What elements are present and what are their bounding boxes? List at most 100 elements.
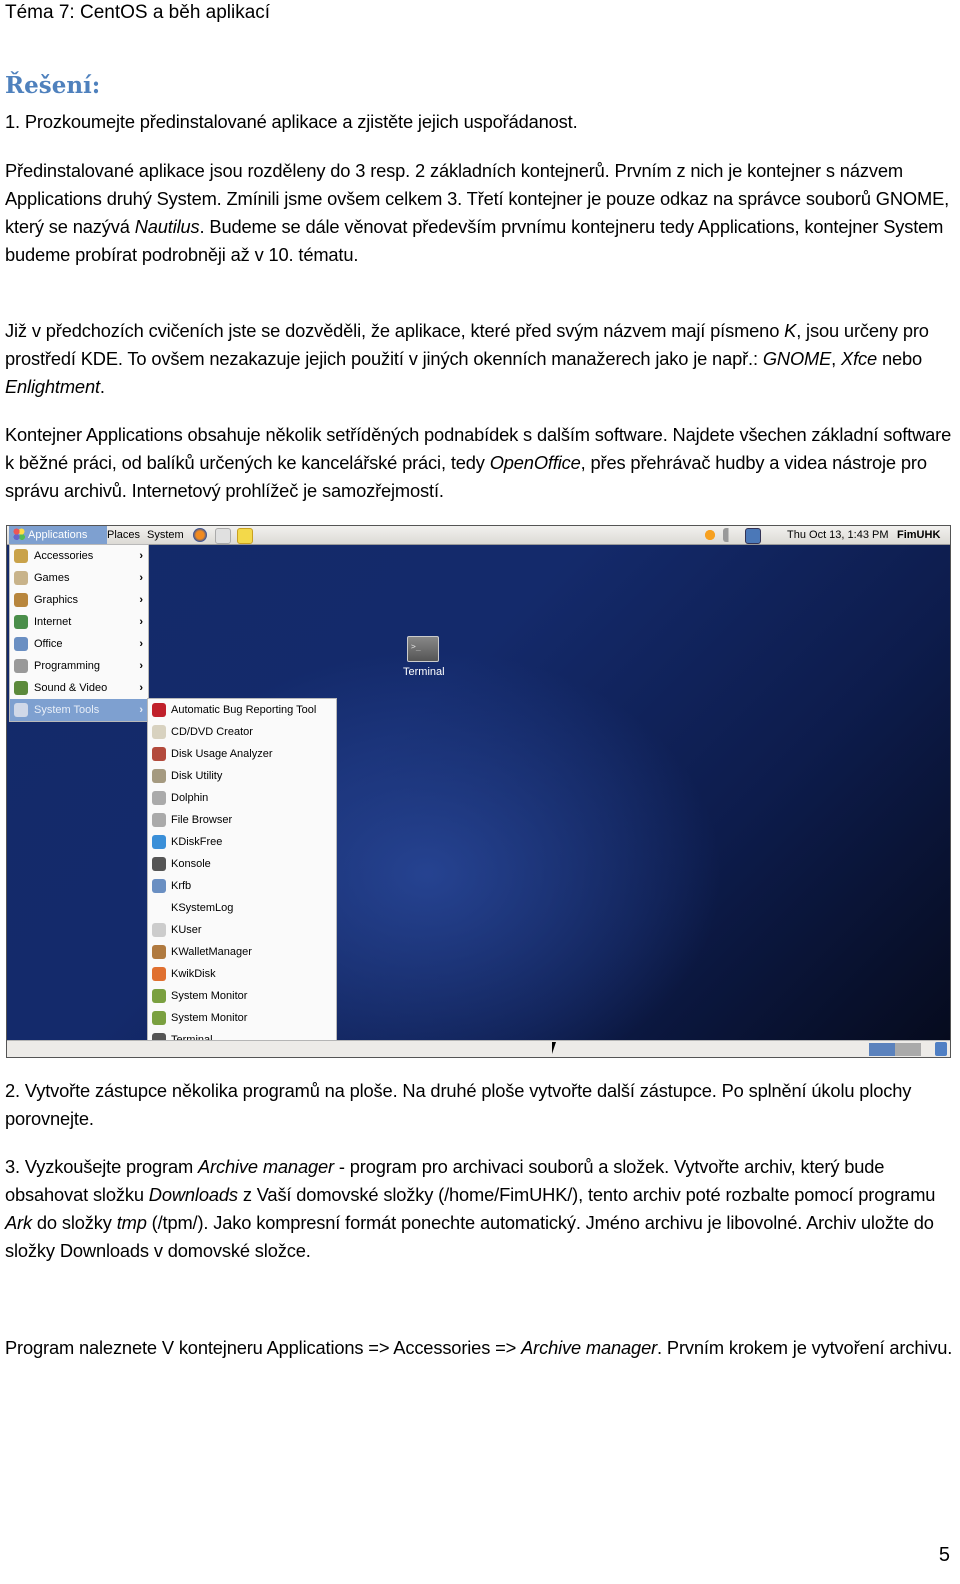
- menu-item[interactable]: Accessories ›: [10, 545, 148, 567]
- menu-item[interactable]: File Browser: [148, 809, 336, 831]
- menu-item[interactable]: Automatic Bug Reporting Tool: [148, 699, 336, 721]
- update-notifier-icon[interactable]: [703, 528, 717, 542]
- task-1: 1. Prozkoumejte předinstalované aplikace…: [5, 111, 578, 132]
- menu-item-label: System Tools: [34, 704, 100, 716]
- menu-item-label: KWalletManager: [171, 946, 252, 958]
- menu-item[interactable]: Games ›: [10, 567, 148, 589]
- menu-item[interactable]: Programming ›: [10, 655, 148, 677]
- text: Program naleznete V kontejneru Applicati…: [5, 1337, 522, 1358]
- menu-item-label: Accessories: [34, 550, 94, 562]
- menu-item-label: Office: [34, 638, 63, 650]
- text: . Prvním krokem je vytvoření archivu.: [657, 1337, 953, 1358]
- desktop-icon-label: Terminal: [403, 666, 445, 678]
- menu-item-label: Automatic Bug Reporting Tool: [171, 704, 317, 716]
- menu-item[interactable]: KUser: [148, 919, 336, 941]
- task-3: 3. Vyzkoušejte program Archive manager -…: [5, 1153, 955, 1265]
- konsole-icon: [152, 857, 166, 871]
- kdiskfree-icon: [152, 835, 166, 849]
- menu-item-label: CD/DVD Creator: [171, 726, 253, 738]
- text: do složky: [31, 1212, 117, 1233]
- menu-item[interactable]: Disk Usage Analyzer: [148, 743, 336, 765]
- menu-item[interactable]: KSystemLog: [148, 897, 336, 919]
- menu-item[interactable]: Internet ›: [10, 611, 148, 633]
- network-icon[interactable]: [745, 528, 761, 544]
- paragraph-archive-location: Program naleznete V kontejneru Applicati…: [5, 1334, 955, 1362]
- menu-item[interactable]: System Monitor: [148, 1007, 336, 1029]
- menu-item[interactable]: KWalletManager: [148, 941, 336, 963]
- places-menu-button[interactable]: Places: [103, 526, 144, 544]
- applications-label: Applications: [28, 529, 88, 541]
- menu-item[interactable]: Graphics ›: [10, 589, 148, 611]
- chevron-right-icon: ›: [139, 594, 143, 606]
- applications-menu: Accessories › Games › Graphics › Internet › Offi…: [9, 544, 149, 722]
- gnome-foot-icon: [13, 528, 25, 540]
- menu-item-label: KwikDisk: [171, 968, 216, 980]
- disk-utility-icon: [152, 769, 166, 783]
- kuser-icon: [152, 923, 166, 937]
- menu-item-label: System Monitor: [171, 1012, 248, 1024]
- menu-item-label: System Monitor: [171, 990, 248, 1002]
- system-menu-button[interactable]: System: [143, 526, 188, 544]
- text-italic: Enlightment: [5, 376, 100, 397]
- disk-usage-icon: [152, 747, 166, 761]
- menu-item[interactable]: KDiskFree: [148, 831, 336, 853]
- menu-item-label: Games: [34, 572, 70, 584]
- menu-item[interactable]: Konsole: [148, 853, 336, 875]
- applications-menu-button[interactable]: Applications: [9, 526, 107, 544]
- menu-item[interactable]: Krfb: [148, 875, 336, 897]
- workspace-2-button[interactable]: [895, 1043, 921, 1056]
- text: ,: [831, 348, 842, 369]
- desktop-terminal-shortcut[interactable]: Terminal: [403, 636, 445, 678]
- trash-icon[interactable]: [935, 1042, 947, 1056]
- centos-desktop-screenshot: Applications Places System Thu Oct 13, 1…: [6, 525, 951, 1058]
- menu-item-label: Dolphin: [171, 792, 209, 804]
- menu-item-label: Krfb: [171, 880, 192, 892]
- task-2: 2. Vytvořte zástupce několika programů n…: [5, 1080, 912, 1129]
- chevron-right-icon: ›: [139, 572, 143, 584]
- text-italic: Nautilus: [134, 216, 200, 237]
- menu-item-label: KDiskFree: [171, 836, 223, 848]
- menu-item-label: File Browser: [171, 814, 233, 826]
- menu-item-label: Graphics: [34, 594, 79, 606]
- games-icon: [14, 571, 28, 585]
- text: z Vaší domovské složky (/home/FimUHK/), …: [237, 1184, 936, 1205]
- text: .: [99, 376, 105, 397]
- text-italic: Xfce: [841, 348, 878, 369]
- chevron-right-icon: ›: [139, 550, 143, 562]
- text-italic: GNOME: [762, 348, 832, 369]
- menu-item-label: Programming: [34, 660, 101, 672]
- system-monitor-icon: [152, 1011, 166, 1025]
- panel-clock[interactable]: Thu Oct 13, 1:43 PM: [787, 526, 889, 544]
- chevron-right-icon: ›: [139, 616, 143, 628]
- chevron-right-icon: ›: [139, 704, 143, 716]
- menu-item[interactable]: Disk Utility: [148, 765, 336, 787]
- menu-item[interactable]: Office ›: [10, 633, 148, 655]
- page-number: 5: [938, 1544, 950, 1566]
- menu-item-label: Sound & Video: [34, 682, 108, 694]
- file-browser-icon: [152, 813, 166, 827]
- panel-user-name[interactable]: FimUHK: [897, 526, 940, 544]
- menu-item[interactable]: CD/DVD Creator: [148, 721, 336, 743]
- menu-item[interactable]: System Monitor: [148, 985, 336, 1007]
- volume-icon[interactable]: [723, 528, 737, 542]
- email-client-icon[interactable]: [215, 528, 231, 544]
- sound-video-icon: [14, 681, 28, 695]
- ksystemlog-icon: [152, 901, 166, 915]
- solution-heading: Řešení:: [5, 72, 101, 99]
- text-italic: K: [784, 320, 797, 341]
- mouse-cursor-icon: [552, 1042, 560, 1054]
- text-italic: Archive manager: [521, 1337, 658, 1358]
- text: nebo: [877, 348, 923, 369]
- workspace-1-button[interactable]: [869, 1043, 895, 1056]
- graphics-icon: [14, 593, 28, 607]
- firefox-icon[interactable]: [193, 528, 207, 542]
- menu-item[interactable]: KwikDisk: [148, 963, 336, 985]
- menu-item[interactable]: Sound & Video ›: [10, 677, 148, 699]
- text-italic: Archive manager: [198, 1156, 334, 1177]
- menu-item[interactable]: Dolphin: [148, 787, 336, 809]
- notes-icon[interactable]: [237, 528, 253, 544]
- menu-item[interactable]: System Tools ›: [10, 699, 148, 721]
- paragraph-applications: Kontejner Applications obsahuje několik …: [5, 421, 955, 505]
- chevron-right-icon: ›: [139, 660, 143, 672]
- system-tools-icon: [14, 703, 28, 717]
